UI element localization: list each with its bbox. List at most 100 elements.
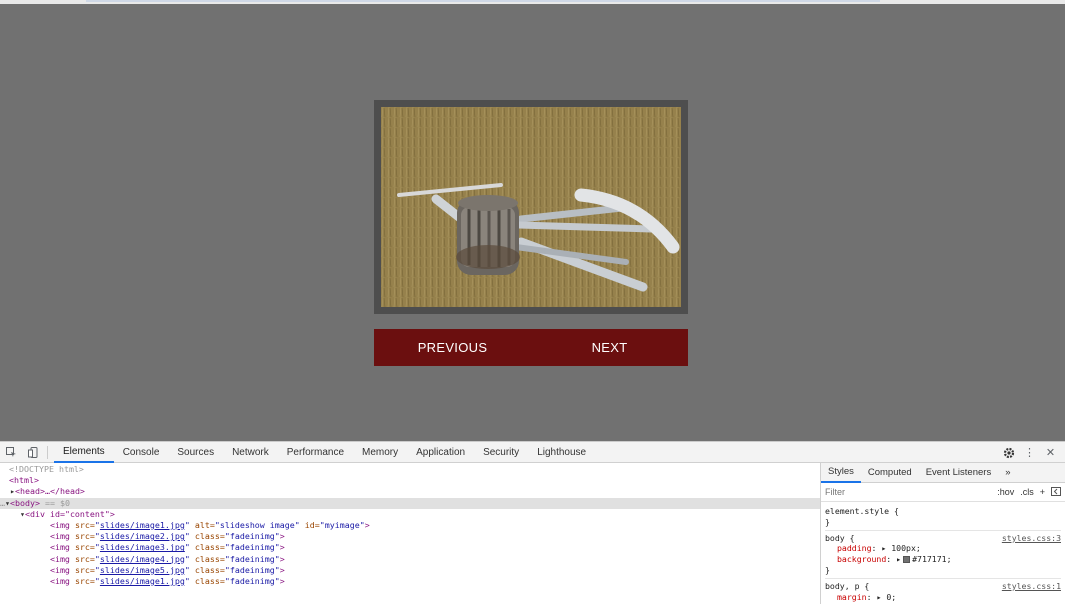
dom-node-img[interactable]: <img src="slides/image3.jpg" class="fade… <box>0 542 820 553</box>
head-tag-text: <head>…</head> <box>15 486 85 497</box>
browser-top-strip <box>0 0 1065 4</box>
tag-close: > <box>279 564 285 575</box>
expand-value-icon[interactable]: ▸ <box>881 543 886 553</box>
element-style-rule[interactable]: element.style { } <box>825 504 1061 531</box>
dom-node-doctype[interactable]: <!DOCTYPE html> <box>0 464 820 475</box>
tag-open: <img <box>0 553 75 564</box>
tab-network[interactable]: Network <box>223 442 278 463</box>
attr-name: src= <box>74 564 95 575</box>
dom-node-img[interactable]: <img src="slides/image2.jpg" class="fade… <box>0 531 820 542</box>
styles-filter-bar: :hov .cls + <box>821 483 1065 502</box>
attr-name: src= <box>74 519 95 530</box>
attr-name: alt <box>194 519 210 530</box>
body-tag-text: <body> <box>10 497 40 508</box>
color-swatch-icon[interactable] <box>903 556 911 564</box>
dom-node-div-content[interactable]: ▾<div id="content"> <box>0 509 820 520</box>
tag-open: <img <box>0 575 75 586</box>
style-rules: element.style { } styles.css:3 body { pa… <box>821 502 1065 604</box>
tab-event-listeners[interactable]: Event Listeners <box>919 463 998 483</box>
img-src-link[interactable]: slides/image2.jpg <box>100 531 185 541</box>
dom-node-img[interactable]: <img src="slides/image4.jpg" class="fade… <box>0 554 820 565</box>
attr-value: myimage <box>324 519 360 530</box>
collapse-arrow-icon[interactable]: ▾ <box>0 509 25 519</box>
tag-open: <img <box>0 564 75 575</box>
devtools-panel: Elements Console Sources Network Perform… <box>0 441 1065 604</box>
tag-close: > <box>279 542 285 553</box>
quote: " <box>184 564 195 575</box>
attr-name: id <box>304 519 315 530</box>
tab-console[interactable]: Console <box>114 442 169 463</box>
dom-node-body[interactable]: …▾<body> == $0 <box>0 497 820 509</box>
devtools-right-tools: ⋮ ✕ <box>998 442 1061 463</box>
attr-value: fadeinimg <box>229 575 275 586</box>
property-value: #717171; <box>912 554 952 565</box>
tab-security[interactable]: Security <box>474 442 528 463</box>
img-src-link[interactable]: slides/image1.jpg <box>100 520 185 530</box>
hov-toggle[interactable]: :hov <box>997 487 1014 497</box>
img-src-link[interactable]: slides/image5.jpg <box>100 565 185 575</box>
slideshow-controls: PREVIOUS NEXT <box>374 329 688 366</box>
toggle-sidebar-icon[interactable] <box>1051 486 1061 498</box>
new-rule-plus-icon[interactable]: + <box>1040 487 1045 497</box>
tag-close: > <box>279 531 285 542</box>
inspect-element-icon[interactable] <box>0 442 22 463</box>
next-button[interactable]: NEXT <box>531 329 688 366</box>
styles-tabbar: Styles Computed Event Listeners » <box>821 463 1065 483</box>
body-rule[interactable]: styles.css:3 body { padding: ▸ 100px; ba… <box>825 531 1061 579</box>
tab-computed[interactable]: Computed <box>861 463 919 483</box>
tab-lighthouse[interactable]: Lighthouse <box>528 442 595 463</box>
attr-name: src= <box>74 531 95 542</box>
slideshow-image <box>381 107 681 307</box>
cls-toggle[interactable]: .cls <box>1020 487 1034 497</box>
body-p-rule[interactable]: styles.css:1 body, p { margin: ▸ 0; <box>825 579 1061 604</box>
doctype-text: <!DOCTYPE html> <box>9 464 84 474</box>
rule-source-link[interactable]: styles.css:1 <box>1002 581 1061 592</box>
element-style-selector: element.style { <box>825 506 899 516</box>
wagon-wheel-hub-photo <box>381 107 681 307</box>
css-property-background[interactable]: background: ▸ #717171; <box>825 554 1061 565</box>
attr-name: src= <box>74 553 95 564</box>
rule-source-link[interactable]: styles.css:3 <box>1002 533 1061 544</box>
attr-value: slideshow image <box>219 519 295 530</box>
css-property-margin[interactable]: margin: ▸ 0; <box>825 592 1061 603</box>
more-tabs-icon[interactable]: » <box>998 463 1017 483</box>
styles-filter-input[interactable] <box>825 487 965 497</box>
tab-performance[interactable]: Performance <box>278 442 353 463</box>
dom-node-html[interactable]: <html> <box>0 475 820 486</box>
expand-arrow-icon[interactable]: ▸ <box>0 486 15 496</box>
dom-node-img[interactable]: <img src="slides/image5.jpg" class="fade… <box>0 565 820 576</box>
img-src-link[interactable]: slides/image3.jpg <box>100 542 185 552</box>
css-property-padding[interactable]: padding: ▸ 100px; <box>825 543 1061 554</box>
tag-open: <img <box>0 519 75 530</box>
previous-button[interactable]: PREVIOUS <box>374 329 531 366</box>
expand-value-icon[interactable]: ▸ <box>896 554 901 564</box>
attr-name: class <box>194 542 220 553</box>
page-viewport: PREVIOUS NEXT <box>0 0 1065 441</box>
html-tag-text: <html> <box>9 475 39 486</box>
quote: " <box>184 575 195 586</box>
dom-tree[interactable]: <!DOCTYPE html> <html> ▸<head>…</head> …… <box>0 463 820 590</box>
device-toolbar-icon[interactable] <box>22 442 44 463</box>
attr-name: src= <box>74 542 95 553</box>
slideshow-frame <box>374 100 688 314</box>
tab-sources[interactable]: Sources <box>168 442 223 463</box>
attr-value: fadeinimg <box>229 531 275 542</box>
property-name: padding <box>837 543 872 554</box>
tab-memory[interactable]: Memory <box>353 442 407 463</box>
devtools-tabbar: Elements Console Sources Network Perform… <box>0 442 1065 463</box>
more-options-icon[interactable]: ⋮ <box>1019 442 1040 463</box>
expand-value-icon[interactable]: ▸ <box>876 592 881 602</box>
dom-node-head[interactable]: ▸<head>…</head> <box>0 486 820 497</box>
tab-application[interactable]: Application <box>407 442 474 463</box>
close-devtools-icon[interactable]: ✕ <box>1040 442 1061 463</box>
settings-gear-icon[interactable] <box>998 442 1019 463</box>
tab-styles[interactable]: Styles <box>821 463 861 483</box>
img-src-link[interactable]: slides/image4.jpg <box>100 554 185 564</box>
tag-close: > <box>279 575 285 586</box>
dom-node-img[interactable]: <img src="slides/image1.jpg" class="fade… <box>0 576 820 587</box>
tab-elements[interactable]: Elements <box>54 442 114 463</box>
img-src-link[interactable]: slides/image1.jpg <box>100 576 185 586</box>
dom-node-img[interactable]: <img src="slides/image1.jpg" alt="slides… <box>0 520 820 531</box>
attr-name: src= <box>74 575 95 586</box>
toolbar-divider <box>47 445 48 459</box>
